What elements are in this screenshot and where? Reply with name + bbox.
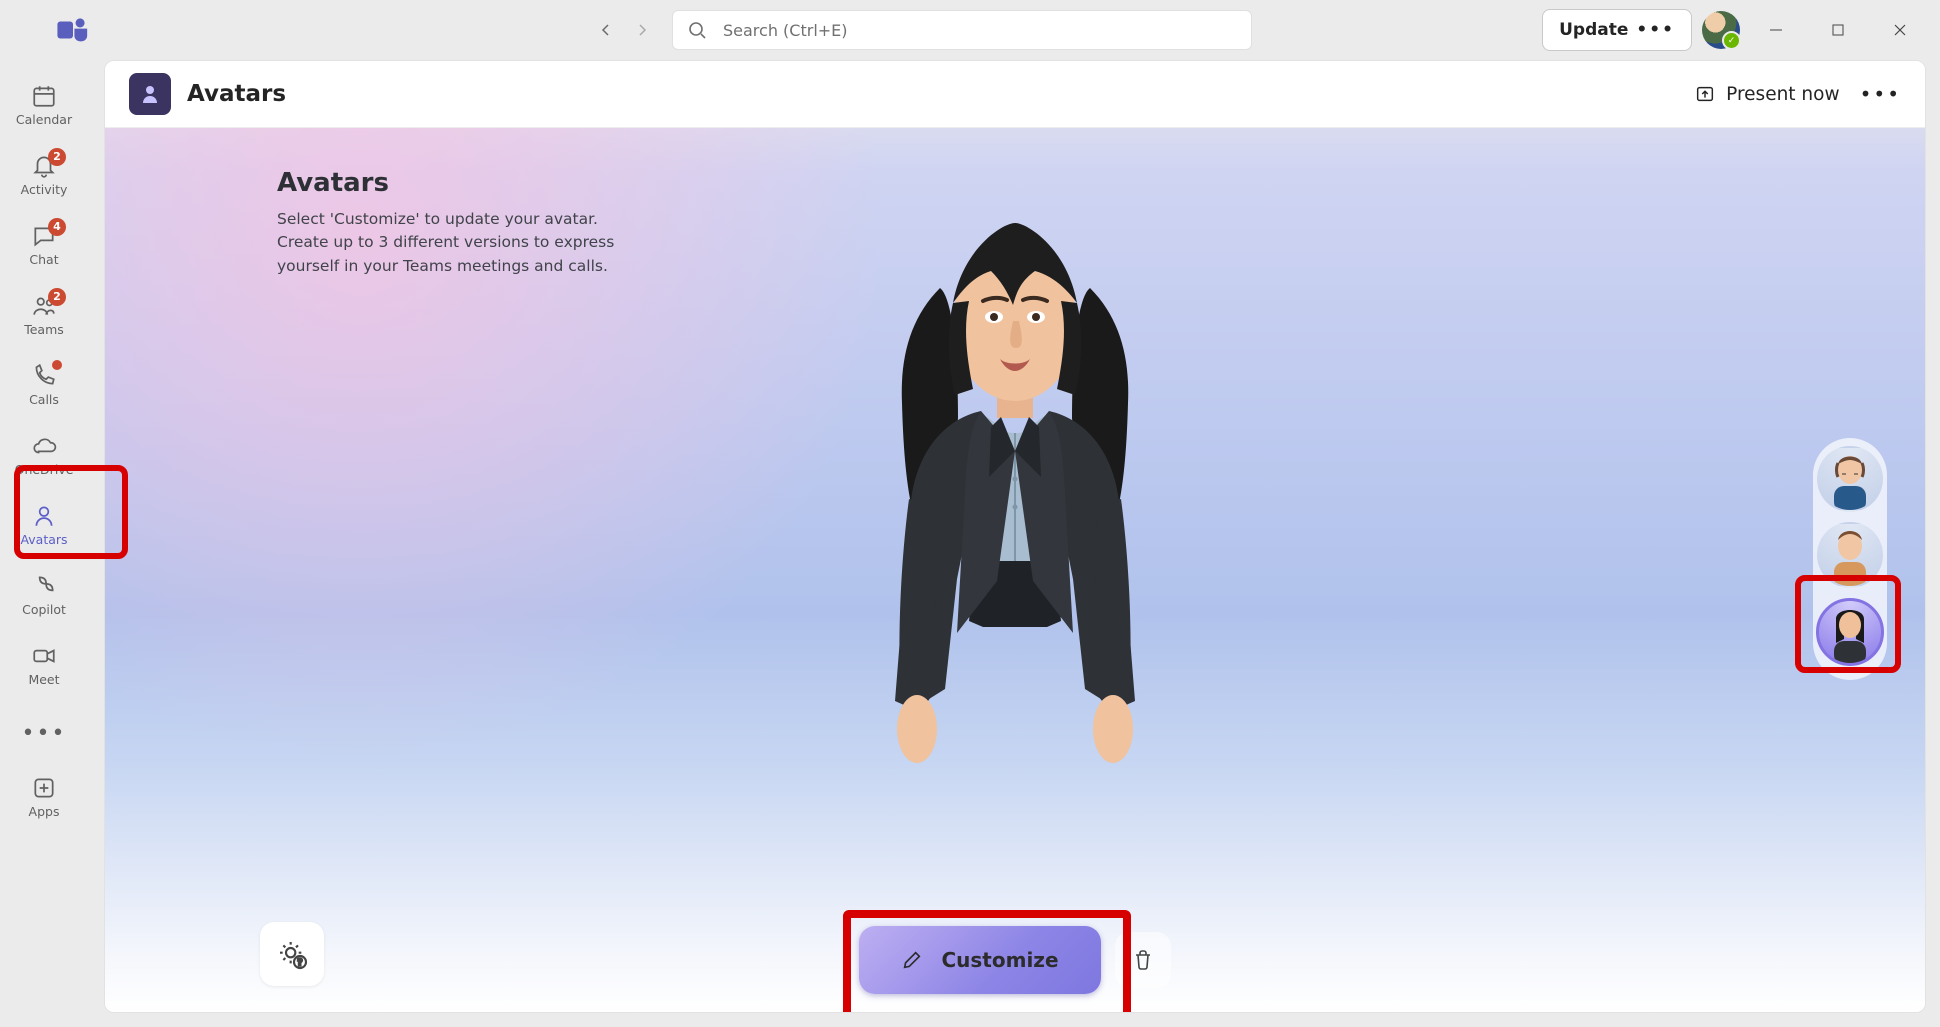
avatar-variant-2[interactable] <box>1817 522 1883 588</box>
sidebar-item-calendar[interactable]: Calendar <box>8 70 80 138</box>
video-icon <box>30 642 58 670</box>
sidebar-item-chat[interactable]: 4 Chat <box>8 210 80 278</box>
sidebar-item-avatars[interactable]: Avatars <box>8 490 80 558</box>
gear-icon: ? <box>276 938 308 970</box>
svg-text:?: ? <box>297 957 302 968</box>
chat-icon: 4 <box>30 222 58 250</box>
calendar-icon <box>30 82 58 110</box>
update-button[interactable]: Update ••• <box>1542 9 1692 51</box>
more-icon: ••• <box>1636 20 1675 40</box>
sidebar-item-activity[interactable]: 2 Activity <box>8 140 80 208</box>
bell-icon: 2 <box>30 152 58 180</box>
trash-icon <box>1131 948 1155 972</box>
sidebar-item-calls[interactable]: Calls <box>8 350 80 418</box>
search-icon <box>687 20 707 40</box>
apps-add-icon <box>30 774 58 802</box>
chat-badge: 4 <box>48 218 66 236</box>
intro-title: Avatars <box>277 168 617 198</box>
activity-badge: 2 <box>48 148 66 166</box>
sidebar-more-button[interactable]: ••• <box>8 708 80 758</box>
avatars-app-tile-icon <box>129 73 171 115</box>
window-maximize-button[interactable] <box>1812 10 1864 50</box>
pencil-icon <box>901 949 923 971</box>
sidebar-item-onedrive[interactable]: OneDrive <box>8 420 80 488</box>
presence-available-icon <box>1722 31 1741 50</box>
search-placeholder: Search (Ctrl+E) <box>723 21 848 40</box>
present-icon <box>1694 83 1716 105</box>
sidebar-item-apps[interactable]: Apps <box>8 762 80 830</box>
phone-icon <box>30 362 58 390</box>
search-input[interactable]: Search (Ctrl+E) <box>672 10 1252 50</box>
cloud-icon <box>30 432 58 460</box>
sidebar-item-teams[interactable]: 2 Teams <box>8 280 80 348</box>
nav-forward-button[interactable] <box>626 14 658 46</box>
window-close-button[interactable] <box>1874 10 1926 50</box>
avatar-settings-button[interactable]: ? <box>260 922 324 986</box>
avatar-variant-1[interactable] <box>1817 446 1883 512</box>
header-more-button[interactable]: ••• <box>1860 82 1901 106</box>
avatar-variant-3[interactable] <box>1816 598 1884 666</box>
avatar-icon <box>30 502 58 530</box>
present-now-button[interactable]: Present now <box>1694 83 1839 105</box>
customize-button[interactable]: Customize <box>859 926 1101 994</box>
calls-dot <box>52 360 62 370</box>
page-title: Avatars <box>187 81 286 107</box>
window-minimize-button[interactable] <box>1750 10 1802 50</box>
avatar-preview <box>805 183 1225 863</box>
teams-badge: 2 <box>48 288 66 306</box>
sidebar-item-meet[interactable]: Meet <box>8 630 80 698</box>
teams-app-icon <box>56 13 90 47</box>
avatar-variant-selector <box>1813 438 1887 680</box>
copilot-icon <box>30 572 58 600</box>
delete-avatar-button[interactable] <box>1115 932 1171 988</box>
people-icon: 2 <box>30 292 58 320</box>
nav-back-button[interactable] <box>590 14 622 46</box>
profile-avatar[interactable] <box>1702 11 1740 49</box>
intro-body: Select 'Customize' to update your avatar… <box>277 208 617 278</box>
sidebar-item-copilot[interactable]: Copilot <box>8 560 80 628</box>
